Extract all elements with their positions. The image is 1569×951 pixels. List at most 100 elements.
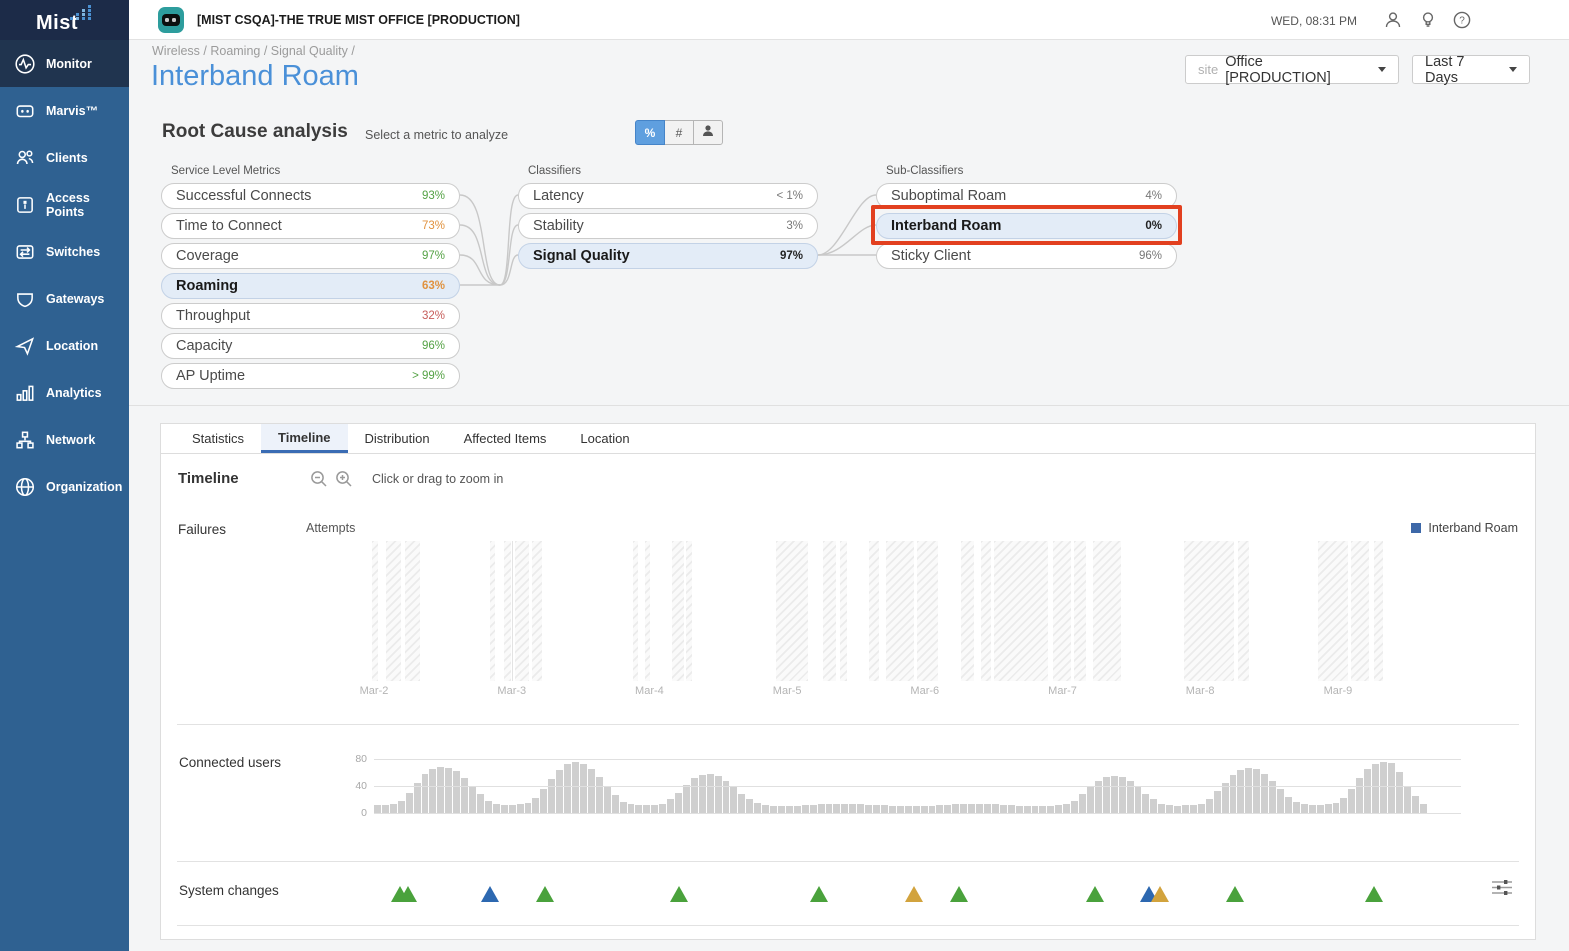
- marvis-app-icon[interactable]: [158, 7, 184, 33]
- tab-distribution[interactable]: Distribution: [348, 424, 447, 453]
- system-change-marker-green[interactable]: [950, 886, 968, 902]
- site-selector[interactable]: site Office [PRODUCTION]: [1185, 55, 1399, 84]
- metric-pill-time-to-connect[interactable]: Time to Connect73%: [161, 213, 460, 239]
- sidebar-item-switches[interactable]: Switches: [0, 228, 129, 275]
- help-icon[interactable]: ?: [1452, 10, 1472, 30]
- connected-users-bar: [952, 804, 959, 813]
- connected-users-bar: [754, 803, 761, 813]
- connected-users-bar: [960, 804, 967, 813]
- view-mode-client[interactable]: [693, 120, 723, 145]
- location-icon: [14, 335, 36, 357]
- sidebar-item-clients[interactable]: Clients: [0, 134, 129, 181]
- connected-users-bar: [1230, 775, 1237, 813]
- metric-pill-sticky-client[interactable]: Sticky Client96%: [876, 243, 1177, 269]
- connected-users-bar: [683, 785, 690, 813]
- tab-timeline[interactable]: Timeline: [261, 424, 348, 453]
- failures-chart[interactable]: Mar-2Mar-3Mar-4Mar-5Mar-6Mar-7Mar-8Mar-9: [177, 541, 1521, 681]
- sidebar-item-monitor[interactable]: Monitor: [0, 40, 129, 87]
- connected-users-bar: [1325, 804, 1332, 813]
- metric-pill-successful-connects[interactable]: Successful Connects93%: [161, 183, 460, 209]
- root-cause-subheading: Select a metric to analyze: [365, 128, 508, 142]
- filter-sliders-icon[interactable]: [1491, 879, 1513, 896]
- metric-pill-suboptimal-roam[interactable]: Suboptimal Roam4%: [876, 183, 1177, 209]
- sidebar-item-access-points[interactable]: Access Points: [0, 181, 129, 228]
- view-mode-btn[interactable]: #: [664, 120, 694, 145]
- main-content: Wireless / Roaming / Signal Quality / In…: [129, 40, 1569, 951]
- connected-users-bar: [1158, 804, 1165, 813]
- connected-users-bar: [1372, 764, 1379, 813]
- connected-users-bar: [675, 793, 682, 813]
- connected-users-bar: [992, 804, 999, 813]
- sidebar-item-network[interactable]: Network: [0, 416, 129, 463]
- connected-users-bar: [1182, 805, 1189, 813]
- metric-value: < 1%: [776, 190, 803, 202]
- connected-users-bar: [667, 799, 674, 813]
- system-change-marker-gold[interactable]: [1151, 886, 1169, 902]
- system-change-marker-blue[interactable]: [481, 886, 499, 902]
- connected-users-bar: [1063, 804, 1070, 813]
- attempts-bar: [869, 541, 879, 681]
- sidebar-item-organization[interactable]: Organization: [0, 463, 129, 510]
- connected-users-bar: [1174, 806, 1181, 813]
- view-mode-btn[interactable]: %: [635, 120, 665, 145]
- connected-users-bar: [691, 778, 698, 813]
- metric-pill-stability[interactable]: Stability3%: [518, 213, 818, 239]
- mist-logo[interactable]: Mist: [0, 0, 129, 40]
- connected-users-bar: [1340, 798, 1347, 813]
- metric-pill-interband-roam[interactable]: Interband Roam0%: [876, 213, 1177, 239]
- chevron-down-icon: [1378, 67, 1386, 72]
- connected-users-bar: [730, 787, 737, 813]
- svg-text:?: ?: [1459, 16, 1465, 27]
- system-change-marker-green[interactable]: [536, 886, 554, 902]
- failures-label: Failures: [178, 522, 226, 537]
- system-change-marker-green[interactable]: [810, 886, 828, 902]
- bulb-icon[interactable]: [1418, 10, 1438, 30]
- tab-affected-items[interactable]: Affected Items: [447, 424, 564, 453]
- connected-users-bar: [1293, 802, 1300, 813]
- system-change-marker-green[interactable]: [1226, 886, 1244, 902]
- metric-name: Interband Roam: [891, 218, 1001, 234]
- time-range-selector[interactable]: Last 7 Days: [1412, 55, 1530, 84]
- sidebar-item-gateways[interactable]: Gateways: [0, 275, 129, 322]
- system-change-marker-green[interactable]: [399, 886, 417, 902]
- zoom-in-icon[interactable]: [335, 470, 353, 488]
- attempts-bar: [1351, 541, 1369, 681]
- classifiers-column: Classifiers Latency< 1%Stability3%Signal…: [518, 165, 818, 273]
- connected-users-bar: [1348, 789, 1355, 813]
- sidebar-item-location[interactable]: Location: [0, 322, 129, 369]
- zoom-hint: Click or drag to zoom in: [372, 472, 503, 486]
- metric-name: Roaming: [176, 278, 238, 294]
- person-icon: [701, 124, 715, 141]
- zoom-out-icon[interactable]: [310, 470, 328, 488]
- connected-users-bar: [659, 804, 666, 813]
- gateways-icon: [14, 288, 36, 310]
- y-gridline: [374, 813, 1461, 814]
- legend-label: Interband Roam: [1428, 521, 1518, 535]
- attempts-bar: [994, 541, 1048, 681]
- metric-pill-coverage[interactable]: Coverage97%: [161, 243, 460, 269]
- sidebar-item-analytics[interactable]: Analytics: [0, 369, 129, 416]
- section-divider: [129, 405, 1569, 406]
- connected-users-bar: [841, 804, 848, 813]
- metric-pill-ap-uptime[interactable]: AP Uptime> 99%: [161, 363, 460, 389]
- system-change-marker-green[interactable]: [670, 886, 688, 902]
- sidebar-item-marvis[interactable]: Marvis™: [0, 87, 129, 134]
- connected-users-bar: [1087, 787, 1094, 813]
- system-change-marker-gold[interactable]: [905, 886, 923, 902]
- metric-pill-roaming[interactable]: Roaming63%: [161, 273, 460, 299]
- system-change-marker-green[interactable]: [1086, 886, 1104, 902]
- breadcrumb[interactable]: Wireless / Roaming / Signal Quality /: [152, 44, 355, 58]
- connected-users-bar: [382, 805, 389, 813]
- connected-users-bar: [857, 804, 864, 813]
- connected-users-bar: [1404, 786, 1411, 813]
- metric-pill-latency[interactable]: Latency< 1%: [518, 183, 818, 209]
- system-change-marker-green[interactable]: [1365, 886, 1383, 902]
- tab-statistics[interactable]: Statistics: [175, 424, 261, 453]
- clients-icon: [14, 147, 36, 169]
- metric-pill-throughput[interactable]: Throughput32%: [161, 303, 460, 329]
- metric-pill-signal-quality[interactable]: Signal Quality97%: [518, 243, 818, 269]
- tab-location[interactable]: Location: [563, 424, 646, 453]
- user-icon[interactable]: [1383, 10, 1403, 30]
- attempts-bar: [686, 541, 692, 681]
- metric-pill-capacity[interactable]: Capacity96%: [161, 333, 460, 359]
